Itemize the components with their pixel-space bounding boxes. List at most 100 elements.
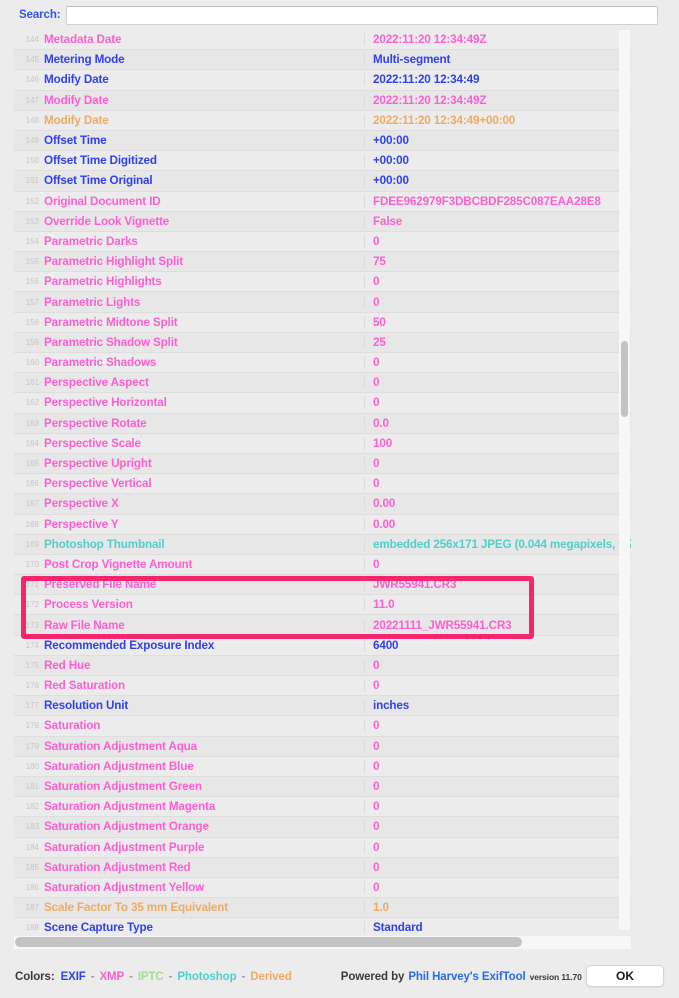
tag-name-cell: Photoshop Thumbnail	[44, 537, 165, 551]
table-row[interactable]: 188 Scene Capture Type Standard	[14, 918, 631, 935]
row-number: 186	[25, 882, 39, 892]
tag-value-cell: 50	[364, 315, 631, 329]
table-row[interactable]: 147 Modify Date 2022:11:20 12:34:49Z	[14, 90, 631, 111]
table-row[interactable]: 145 Metering Mode Multi-segment	[14, 50, 631, 71]
search-input[interactable]	[65, 5, 658, 25]
row-number: 147	[25, 95, 39, 105]
table-row[interactable]: 178 Saturation 0	[14, 716, 631, 737]
search-bar: Search:	[0, 0, 679, 30]
table-row[interactable]: 167 Perspective X 0.00	[14, 494, 631, 515]
table-row[interactable]: 176 Red Saturation 0	[14, 676, 631, 697]
tag-name-cell: Scale Factor To 35 mm Equivalent	[44, 901, 228, 915]
tag-value-cell: 0	[364, 295, 631, 309]
table-row[interactable]: 160 Parametric Shadows 0	[14, 353, 631, 374]
table-row[interactable]: 164 Perspective Scale 100	[14, 433, 631, 454]
table-row[interactable]: 149 Offset Time +00:00	[14, 130, 631, 152]
tag-value-cell: 0	[364, 356, 631, 370]
powered-by-credit: Powered by Phil Harvey's ExifTool versio…	[341, 971, 582, 983]
table-row[interactable]: 170 Post Crop Vignette Amount 0	[14, 554, 631, 576]
table-row[interactable]: 163 Perspective Rotate 0.0	[14, 413, 631, 434]
table-row[interactable]: 186 Saturation Adjustment Yellow 0	[14, 877, 631, 899]
table-row[interactable]: 181 Saturation Adjustment Green 0	[14, 776, 631, 798]
table-row[interactable]: 185 Saturation Adjustment Red 0	[14, 857, 631, 878]
tag-name-cell: Raw File Name	[44, 618, 125, 632]
table-row[interactable]: 171 Preserved File Name JWR55941.CR3	[14, 575, 631, 596]
table-row[interactable]: 156 Parametric Highlights 0	[14, 272, 631, 293]
tag-value-cell: 2022:11:20 12:34:49	[364, 73, 631, 87]
vertical-scrollbar-track[interactable]	[619, 30, 630, 930]
table-row[interactable]: 177 Resolution Unit inches	[14, 696, 631, 717]
table-row[interactable]: 179 Saturation Adjustment Aqua 0	[14, 736, 631, 757]
row-number: 161	[25, 378, 39, 388]
table-row[interactable]: 153 Override Look Vignette False	[14, 211, 631, 232]
table-row[interactable]: 175 Red Hue 0	[14, 655, 631, 676]
tag-name-cell: Modify Date	[44, 93, 109, 107]
table-row[interactable]: 158 Parametric Midtone Split 50	[14, 312, 631, 333]
table-row[interactable]: 168 Perspective Y 0.00	[14, 514, 631, 535]
table-row[interactable]: 144 Metadata Date 2022:11:20 12:34:49Z	[14, 30, 631, 51]
tag-value-cell: FDEE962979F3DBCBDF285C087EAA28E8	[364, 194, 631, 208]
legend-item-derived: Derived	[250, 970, 292, 983]
row-number: 177	[25, 701, 39, 711]
ok-button[interactable]: OK	[586, 965, 664, 987]
tag-name-cell: Parametric Shadow Split	[44, 335, 178, 349]
vertical-scrollbar-thumb[interactable]	[621, 341, 628, 417]
table-row[interactable]: 162 Perspective Horizontal 0	[14, 393, 631, 414]
row-number: 167	[25, 499, 39, 509]
table-row[interactable]: 173 Raw File Name 20221111_JWR55941.CR3	[14, 615, 631, 636]
tag-value-cell: 0	[364, 840, 631, 854]
table-row[interactable]: 151 Offset Time Original +00:00	[14, 171, 631, 192]
row-number: 151	[25, 176, 39, 186]
table-row[interactable]: 172 Process Version 11.0	[14, 595, 631, 616]
tag-value-cell: JWR55941.CR3	[364, 578, 631, 592]
row-number: 159	[25, 337, 39, 347]
table-row[interactable]: 165 Perspective Upright 0	[14, 453, 631, 475]
table-row[interactable]: 150 Offset Time Digitized +00:00	[14, 151, 631, 172]
row-number: 160	[25, 358, 39, 368]
table-row[interactable]: 152 Original Document ID FDEE962979F3DBCBD…	[14, 191, 631, 212]
row-number: 183	[25, 822, 39, 832]
tag-name-cell: Process Version	[44, 598, 133, 612]
table-row[interactable]: 148 Modify Date 2022:11:20 12:34:49+00:00	[14, 110, 631, 131]
row-number: 187	[25, 903, 39, 913]
table-row[interactable]: 182 Saturation Adjustment Magenta 0	[14, 797, 631, 818]
table-row[interactable]: 187 Scale Factor To 35 mm Equivalent 1.0	[14, 898, 631, 919]
tag-value-cell: 0	[364, 275, 631, 289]
table-row[interactable]: 154 Parametric Darks 0	[14, 231, 631, 253]
tag-name-cell: Parametric Shadows	[44, 356, 157, 370]
row-number: 165	[25, 459, 39, 469]
tag-name-cell: Perspective Upright	[44, 457, 152, 471]
tag-value-cell: 75	[364, 255, 631, 269]
table-row[interactable]: 183 Saturation Adjustment Orange 0	[14, 817, 631, 838]
table-row[interactable]: 166 Perspective Vertical 0	[14, 474, 631, 495]
table-row[interactable]: 169 Photoshop Thumbnail embedded 256x171 J…	[14, 534, 631, 555]
legend-separator: -	[90, 970, 95, 983]
table-row[interactable]: 146 Modify Date 2022:11:20 12:34:49	[14, 70, 631, 91]
table-row[interactable]: 184 Saturation Adjustment Purple 0	[14, 837, 631, 858]
tag-name-cell: Saturation Adjustment Red	[44, 860, 191, 874]
tag-name-cell: Metadata Date	[44, 33, 122, 47]
tag-value-cell: Multi-segment	[364, 53, 631, 67]
table-row[interactable]: 174 Recommended Exposure Index 6400	[14, 635, 631, 656]
table-row[interactable]: 161 Perspective Aspect 0	[14, 373, 631, 394]
tag-name-cell: Parametric Highlights	[44, 275, 162, 289]
table-row[interactable]: 157 Parametric Lights 0	[14, 292, 631, 313]
row-number: 157	[25, 297, 39, 307]
row-number: 168	[25, 519, 39, 529]
table-row[interactable]: 159 Parametric Shadow Split 25	[14, 332, 631, 353]
tag-value-cell: embedded 256x171 JPEG (0.044 megapixels,…	[364, 537, 631, 551]
horizontal-scrollbar-thumb[interactable]	[15, 937, 522, 947]
legend-separator: -	[241, 970, 246, 983]
row-number: 176	[25, 681, 39, 691]
tag-value-cell: 0	[364, 658, 631, 672]
tag-name-cell: Saturation Adjustment Green	[44, 780, 202, 794]
table-row[interactable]: 180 Saturation Adjustment Blue 0	[14, 756, 631, 777]
table-row[interactable]: 155 Parametric Highlight Split 75	[14, 252, 631, 273]
tag-name-cell: Parametric Midtone Split	[44, 315, 178, 329]
exiftool-link[interactable]: Phil Harvey's ExifTool	[408, 971, 525, 983]
tag-value-cell: 0	[364, 557, 631, 571]
metadata-table[interactable]: 144 Metadata Date 2022:11:20 12:34:49Z 145 M…	[14, 30, 644, 935]
tag-name-cell: Saturation Adjustment Magenta	[44, 800, 216, 814]
tag-name-cell: Post Crop Vignette Amount	[44, 557, 193, 571]
tag-name-cell: Offset Time	[44, 134, 107, 148]
